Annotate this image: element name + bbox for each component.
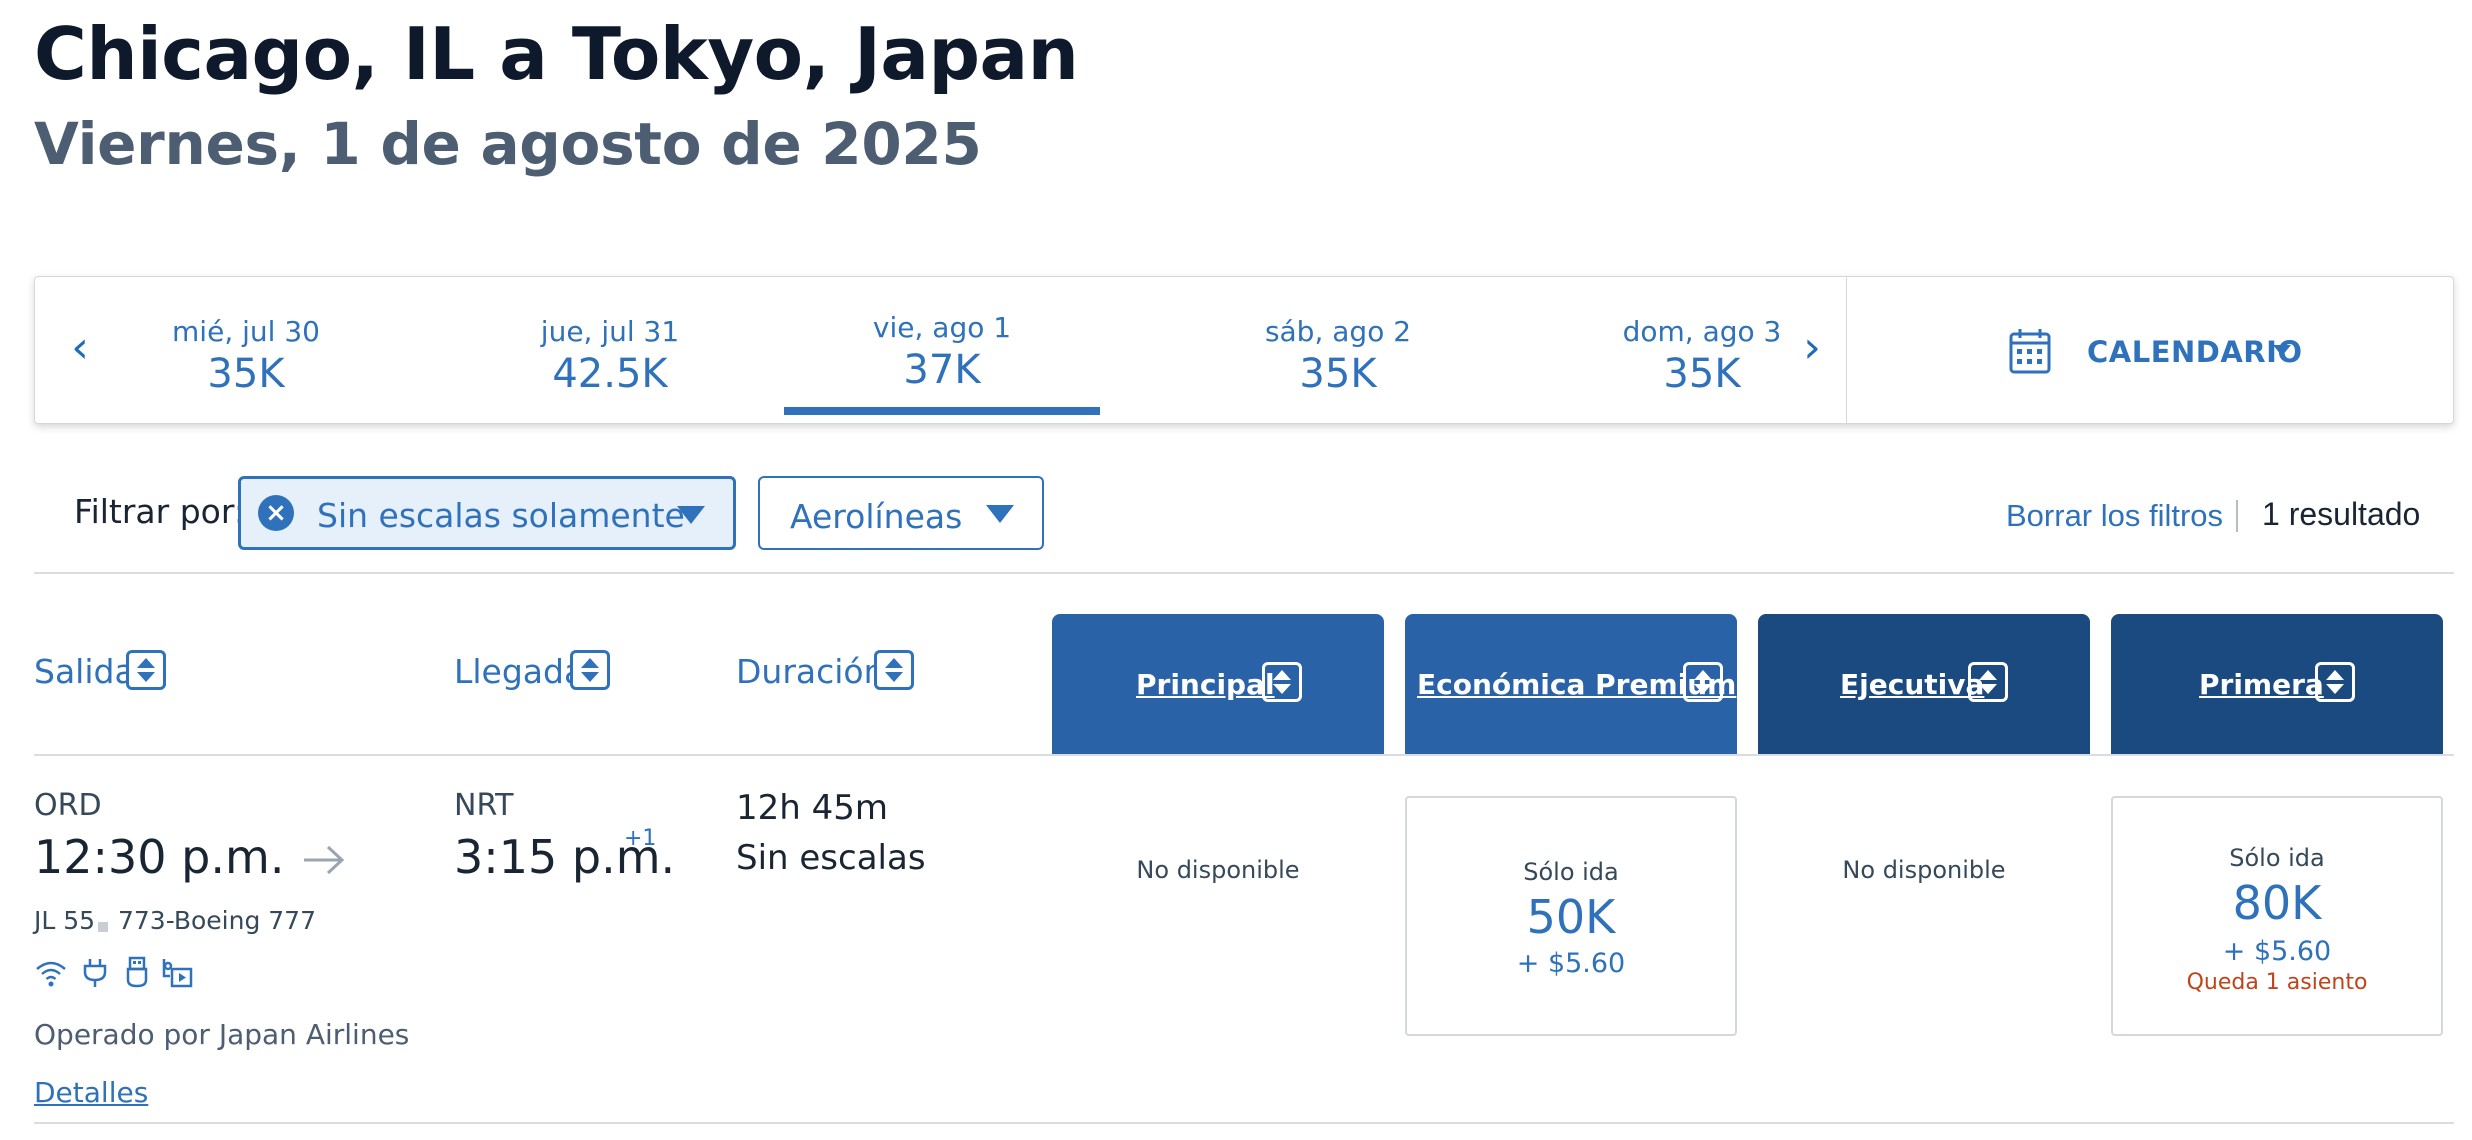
sort-icon[interactable]	[126, 650, 166, 690]
divider	[34, 1122, 2454, 1124]
wifi-icon	[36, 961, 66, 987]
airlines-dropdown-label: Aerolíneas	[790, 497, 963, 536]
flight-number: JL 55	[34, 906, 96, 935]
fare-unavailable-business: No disponible	[1842, 856, 2006, 884]
power-plug-icon	[83, 959, 107, 987]
divider	[34, 572, 2454, 574]
date-option-label: jue, jul 31	[540, 315, 680, 348]
date-option-price: 35K	[207, 351, 285, 397]
cabin-header-principal[interactable]: Principal	[1052, 614, 1384, 754]
fare-miles: 80K	[2232, 876, 2322, 930]
filter-label: Filtrar por:	[74, 492, 245, 531]
date-option-label: sáb, ago 2	[1264, 315, 1412, 348]
fare-taxes: + $5.60	[2222, 936, 2332, 967]
selected-date-indicator	[784, 407, 1100, 415]
date-option-jul-31[interactable]: jue, jul 31 42.5K	[453, 277, 767, 423]
destination-airport: NRT	[454, 788, 514, 823]
filter-chip-label: Sin escalas solamente	[317, 496, 685, 535]
date-carousel: ‹ mié, jul 30 35K jue, jul 31 42.5K vie,…	[34, 276, 2454, 424]
fare-taxes: + $5.60	[1516, 948, 1626, 979]
cabin-header-first[interactable]: Primera	[2111, 614, 2443, 754]
separator-dot	[98, 922, 108, 932]
cabin-name: Primera	[2199, 668, 2324, 701]
fare-miles: 50K	[1526, 890, 1616, 944]
operated-by: Operado por Japan Airlines	[34, 1018, 410, 1051]
column-label: Llegada	[454, 652, 585, 691]
sort-departure-header[interactable]: Salida	[34, 652, 135, 691]
caret-down-icon[interactable]	[2273, 345, 2291, 356]
page-title: Chicago, IL a Tokyo, Japan	[34, 12, 1079, 96]
day-offset-badge: +1	[624, 826, 657, 851]
flight-duration: 12h 45m	[736, 788, 889, 828]
chevron-right-icon[interactable]: ›	[1787, 322, 1837, 373]
seats-remaining-warning: Queda 1 asiento	[2186, 970, 2368, 995]
date-option-jul-30[interactable]: mié, jul 30 35K	[89, 277, 403, 423]
cabin-name: Ejecutiva	[1840, 668, 1985, 701]
page-subtitle-date: Viernes, 1 de agosto de 2025	[34, 110, 982, 178]
fare-option-premium-economy[interactable]: Sólo ida 50K + $5.60	[1405, 796, 1737, 1036]
airlines-dropdown[interactable]: Aerolíneas	[758, 476, 1044, 550]
clear-filters-link[interactable]: Borrar los filtros	[2006, 498, 2223, 534]
details-link[interactable]: Detalles	[34, 1076, 148, 1109]
fare-type: Sólo ida	[1523, 858, 1619, 886]
sort-icon[interactable]	[874, 650, 914, 690]
stops-info: Sin escalas	[736, 838, 926, 878]
date-option-price: 35K	[1299, 351, 1377, 397]
departure-time: 12:30 p.m.	[34, 830, 285, 884]
divider	[2236, 500, 2238, 532]
aircraft-type: 773-Boeing 777	[118, 906, 316, 935]
date-option-price: 42.5K	[552, 351, 668, 397]
date-option-label: vie, ago 1	[872, 311, 1012, 344]
date-option-price: 37K	[903, 347, 981, 393]
date-option-ago-1-selected[interactable]: vie, ago 1 37K	[785, 277, 1099, 423]
arrow-right-icon	[304, 845, 345, 875]
column-label: Salida	[34, 652, 135, 691]
result-count: 1 resultado	[2262, 496, 2421, 532]
date-option-label: mié, jul 30	[172, 315, 320, 348]
sort-icon[interactable]	[570, 650, 610, 690]
nonstop-filter-chip[interactable]: × Sin escalas solamente	[238, 476, 736, 550]
sort-icon[interactable]	[1683, 662, 1723, 702]
caret-down-icon	[986, 505, 1014, 523]
usb-icon	[126, 956, 148, 988]
sort-duration-header[interactable]: Duración	[736, 652, 885, 691]
cabin-header-premium-economy[interactable]: Económica Premium	[1405, 614, 1737, 754]
calendar-icon[interactable]	[2009, 327, 2051, 375]
sort-arrival-header[interactable]: Llegada	[454, 652, 584, 691]
date-option-ago-2[interactable]: sáb, ago 2 35K	[1181, 277, 1495, 423]
carousel-divider	[1846, 277, 1847, 423]
entertainment-icon	[162, 959, 193, 988]
cabin-header-business[interactable]: Ejecutiva	[1758, 614, 2090, 754]
sort-icon[interactable]	[1262, 662, 1302, 702]
fare-option-first[interactable]: Sólo ida 80K + $5.60 Queda 1 asiento	[2111, 796, 2443, 1036]
close-icon[interactable]: ×	[258, 495, 294, 531]
sort-icon[interactable]	[1968, 662, 2008, 702]
sort-icon[interactable]	[2315, 662, 2355, 702]
caret-down-icon	[677, 506, 705, 524]
fare-type: Sólo ida	[2229, 844, 2325, 872]
fare-unavailable-principal: No disponible	[1136, 856, 1300, 884]
column-label: Duración	[736, 652, 885, 691]
origin-airport: ORD	[34, 788, 102, 823]
cabin-name: Principal	[1136, 668, 1275, 701]
flight-row	[0, 756, 2472, 1122]
calendar-button[interactable]: CALENDARIO	[2087, 335, 2303, 369]
